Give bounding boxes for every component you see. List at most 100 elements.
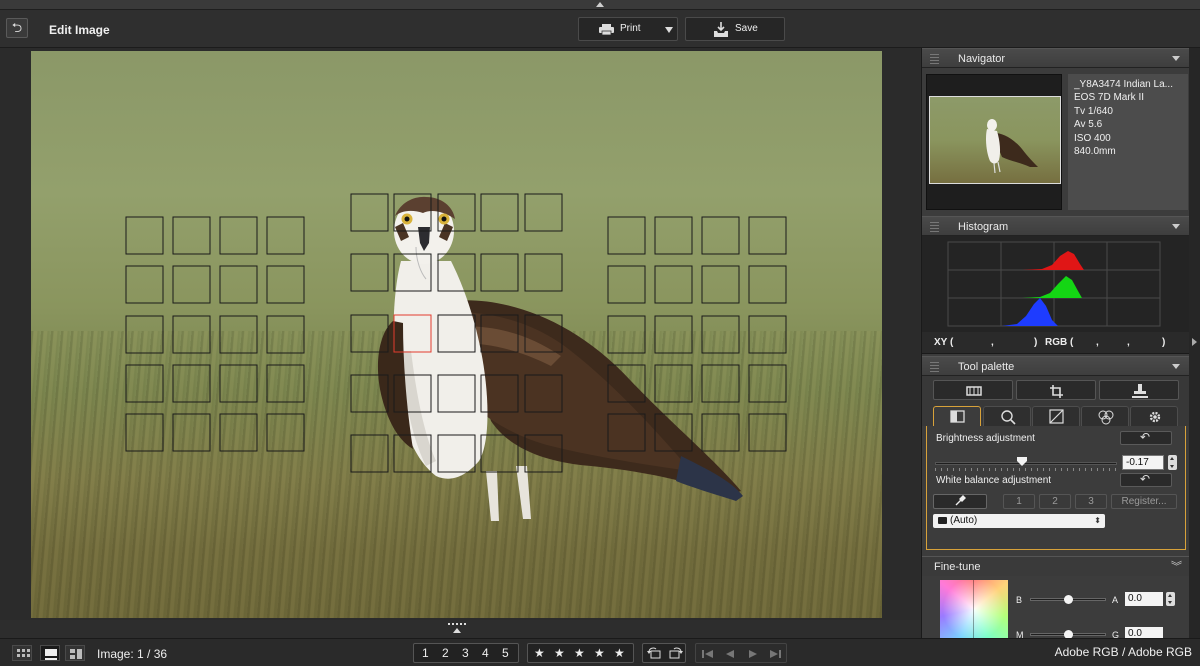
af-point (524, 314, 563, 353)
image-counter: Image: 1 / 36 (97, 647, 168, 661)
fine-tune-title: Fine-tune (934, 561, 981, 573)
previous-image-icon[interactable] (722, 648, 738, 660)
brightness-stepper[interactable] (1168, 455, 1177, 470)
af-point (350, 193, 389, 232)
top-collapse-strip[interactable] (0, 0, 1200, 10)
collapse-caret-icon[interactable] (1172, 224, 1180, 229)
check-mark-5-button[interactable]: 5 (502, 646, 509, 660)
af-point (125, 315, 164, 354)
right-panel-toggle[interactable] (1189, 48, 1200, 638)
rotate-right-icon[interactable] (666, 646, 684, 660)
wb-preset-1-button[interactable]: 1 (1003, 494, 1035, 509)
check-mark-2-button[interactable]: 2 (442, 646, 449, 660)
tool-palette-header[interactable]: Tool palette (922, 356, 1190, 376)
brightness-value-input[interactable]: -0.17 (1122, 455, 1164, 470)
af-point (219, 413, 258, 452)
fine-tune-header[interactable]: Fine-tune ︾ (922, 556, 1190, 576)
edit-image-window: ⮌ Edit Image Print Save Navigator _Y8A34… (0, 0, 1200, 666)
white-balance-reset-button[interactable] (1120, 472, 1172, 487)
check-mark-1-button[interactable]: 1 (422, 646, 429, 660)
star-1-button[interactable]: ★ (534, 646, 545, 660)
magnifier-icon (1001, 410, 1016, 425)
check-mark-4-button[interactable]: 4 (482, 646, 489, 660)
tool-lens-correction-button[interactable] (933, 380, 1013, 400)
wb-preset-3-button[interactable]: 3 (1075, 494, 1107, 509)
af-point (654, 364, 693, 403)
af-point (393, 193, 432, 232)
wb-preset-2-button[interactable]: 2 (1039, 494, 1071, 509)
tab-detail[interactable] (983, 406, 1031, 426)
eyedropper-button[interactable] (933, 494, 987, 509)
af-point (654, 265, 693, 304)
next-image-icon[interactable] (745, 648, 761, 660)
star-2-button[interactable]: ★ (554, 646, 565, 660)
double-chevron-down-icon[interactable]: ︾ (1171, 558, 1182, 574)
xy-label: XY ( (934, 337, 954, 348)
af-point (172, 265, 211, 304)
white-balance-select[interactable]: (Auto) ⬍ (933, 514, 1105, 528)
tab-tone-curve[interactable] (1032, 406, 1080, 426)
check-mark-3-button[interactable]: 3 (462, 646, 469, 660)
page-title: Edit Image (49, 23, 110, 37)
single-view-button[interactable] (40, 645, 60, 661)
ba-slider-thumb[interactable] (1064, 595, 1073, 604)
navigator-thumbnail[interactable] (929, 96, 1061, 184)
single-image-icon (45, 649, 57, 660)
tab-settings[interactable] (1130, 406, 1178, 426)
last-image-icon[interactable] (767, 648, 783, 660)
grip-icon[interactable] (930, 54, 939, 64)
white-balance-mode: (Auto) (950, 515, 978, 526)
a-stepper[interactable] (1166, 592, 1175, 606)
brightness-slider-thumb[interactable] (1017, 457, 1028, 466)
basic-adjust-icon (950, 410, 965, 423)
star-5-button[interactable]: ★ (614, 646, 625, 660)
wb-register-button[interactable]: Register... (1111, 494, 1177, 509)
af-point (701, 265, 740, 304)
back-button[interactable]: ⮌ (6, 18, 28, 38)
histogram-title: Histogram (958, 221, 1009, 233)
star-3-button[interactable]: ★ (574, 646, 585, 660)
info-filename: _Y8A3474 Indian La... (1074, 79, 1173, 90)
thumbnail-bird-icon (986, 119, 1038, 174)
navigator-header[interactable]: Navigator (922, 48, 1190, 68)
tool-palette-tabs (922, 376, 1190, 427)
save-button[interactable]: Save (685, 17, 785, 41)
af-point (266, 364, 305, 403)
a-value-input[interactable]: 0.0 (1125, 592, 1163, 606)
info-shutter: Tv 1/640 (1074, 105, 1113, 117)
af-point (125, 216, 164, 255)
tab-basic-adjustment[interactable] (933, 406, 981, 427)
fine-tune-color-wheel[interactable] (940, 580, 1008, 638)
brightness-reset-button[interactable] (1120, 430, 1172, 445)
af-point (172, 413, 211, 452)
collapse-caret-icon[interactable] (1172, 56, 1180, 61)
list-view-button[interactable] (65, 645, 85, 661)
rgb-label: RGB ( (1045, 337, 1074, 348)
print-options-dropdown[interactable] (660, 17, 678, 41)
header-bar: ⮌ Edit Image Print Save (0, 10, 1200, 48)
grip-icon[interactable] (930, 362, 939, 372)
tool-crop-button[interactable] (1016, 380, 1096, 400)
af-point (748, 364, 787, 403)
af-point (748, 216, 787, 255)
collapse-up-icon[interactable] (596, 2, 604, 7)
save-icon (714, 22, 728, 37)
chevron-right-icon[interactable] (1192, 338, 1197, 346)
tool-stamp-button[interactable] (1099, 380, 1179, 400)
grid-view-button[interactable] (12, 645, 32, 661)
first-image-icon[interactable] (700, 648, 716, 660)
collapse-caret-icon[interactable] (1172, 364, 1180, 369)
filmstrip-handle[interactable] (446, 620, 468, 634)
rotate-left-icon[interactable] (646, 646, 664, 660)
g-value-input[interactable]: 0.0 (1125, 627, 1163, 638)
select-arrows-icon: ⬍ (1094, 516, 1101, 525)
edited-photo[interactable] (31, 51, 882, 618)
navigator-thumbnail-frame[interactable] (926, 74, 1062, 210)
grip-icon[interactable] (930, 222, 939, 232)
histogram-header[interactable]: Histogram (922, 216, 1190, 236)
a-label: A (1112, 595, 1119, 605)
star-4-button[interactable]: ★ (594, 646, 605, 660)
tab-color[interactable] (1081, 406, 1129, 426)
tone-curve-icon (1049, 409, 1064, 424)
brightness-label: Brightness adjustment (936, 433, 1035, 444)
